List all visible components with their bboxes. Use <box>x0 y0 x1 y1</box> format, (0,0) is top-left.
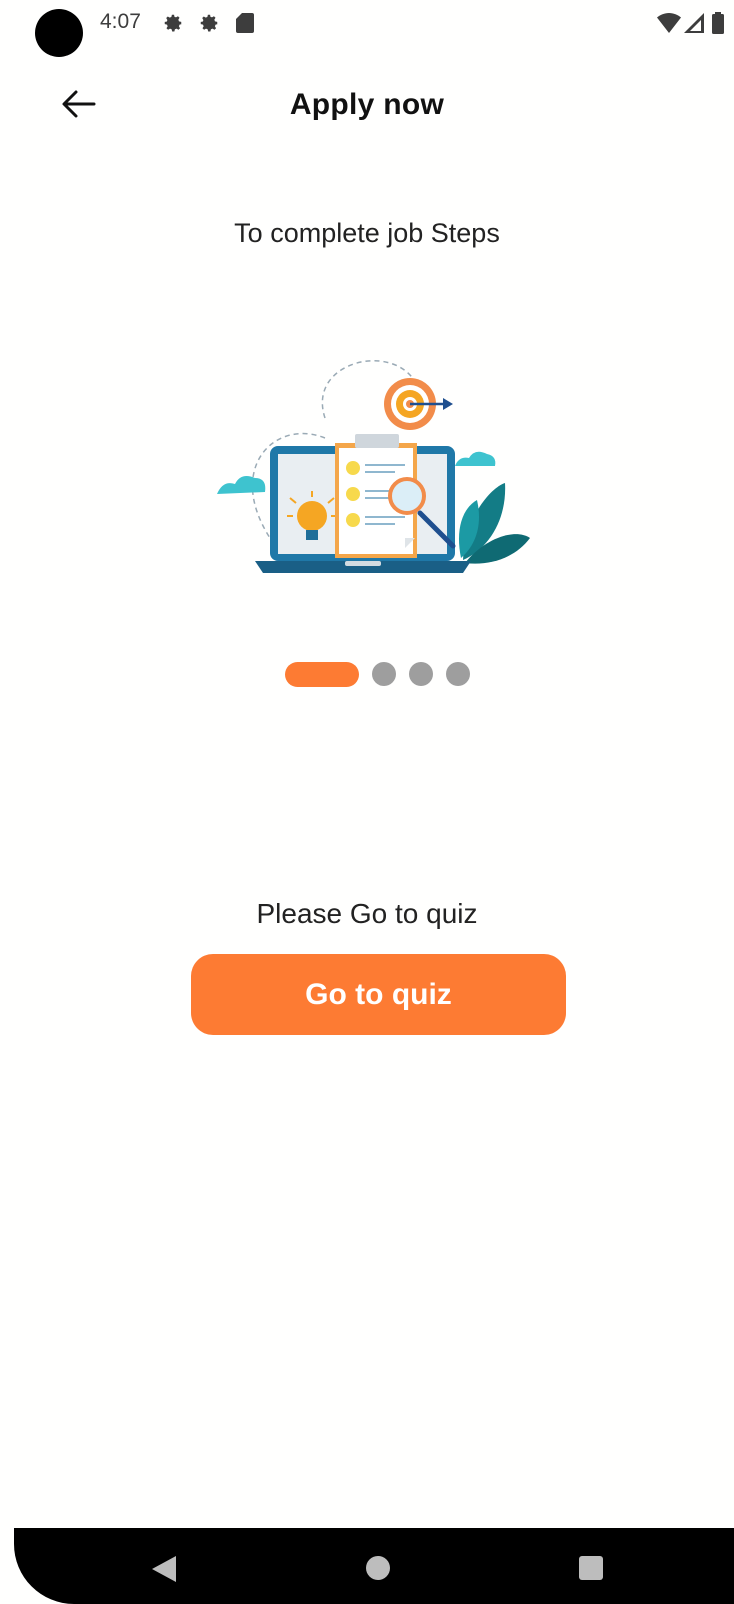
settings-icon <box>164 14 182 32</box>
page-indicator-dot-active <box>285 662 359 687</box>
nav-home-icon[interactable] <box>366 1556 390 1580</box>
steps-subtitle: To complete job Steps <box>234 218 500 248</box>
signal-icon <box>684 13 704 33</box>
wifi-icon <box>657 13 681 33</box>
system-nav-bar <box>14 1528 734 1604</box>
nav-back-icon[interactable] <box>152 1556 176 1582</box>
go-to-quiz-button[interactable]: Go to quiz <box>191 954 566 1035</box>
battery-icon <box>712 12 724 34</box>
cloud-icon <box>455 451 496 466</box>
page-indicator-dot <box>409 662 433 686</box>
status-bar: 4:07 <box>0 0 734 60</box>
quiz-prompt: Please Go to quiz <box>256 898 478 929</box>
settings-icon <box>200 14 218 32</box>
checkmark-icon <box>346 461 360 527</box>
camera-cutout <box>35 9 83 57</box>
page-title: Apply now <box>289 88 445 121</box>
nav-recents-icon[interactable] <box>579 1556 603 1580</box>
page-indicator-dot <box>372 662 396 686</box>
app-bar: Apply now <box>0 70 734 140</box>
cloud-icon <box>217 476 266 494</box>
page-indicator-dot <box>446 662 470 686</box>
status-time: 4:07 <box>100 10 141 33</box>
sd-card-icon <box>236 13 254 33</box>
target-icon <box>384 378 453 430</box>
laptop-checklist-illustration <box>217 360 530 573</box>
